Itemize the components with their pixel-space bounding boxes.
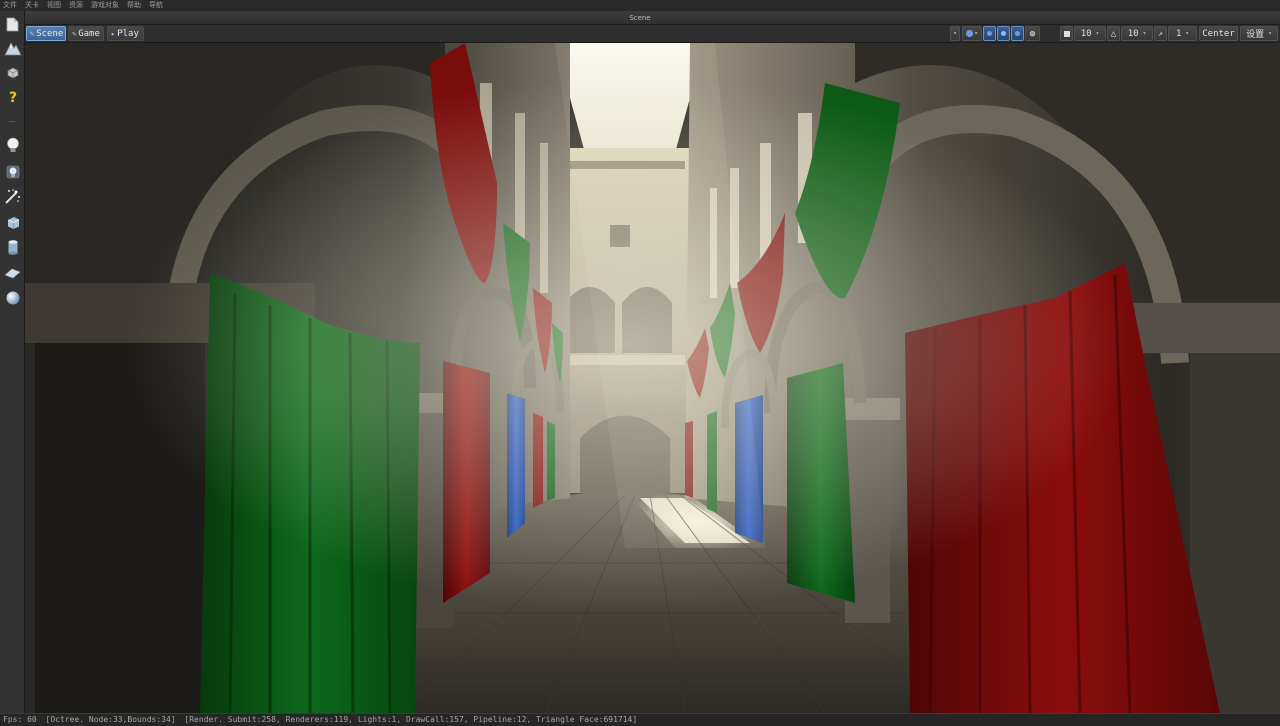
chevron-down-icon: ▾ (953, 30, 957, 37)
point-light-icon[interactable] (3, 136, 22, 155)
scale-snap-field[interactable]: 1 ▾ (1168, 26, 1197, 41)
render-stats: [Render. Submit:258, Renderers:119, Ligh… (184, 715, 638, 724)
package-icon[interactable] (3, 63, 22, 82)
grid-snap-field[interactable]: 10 ▾ (1074, 26, 1106, 41)
gizmo-toggle-3[interactable] (1011, 26, 1024, 41)
globe-toggle[interactable]: ◍ (1025, 26, 1040, 41)
scale-snap-toggle[interactable]: ↗ (1154, 26, 1167, 41)
shading-icon (966, 30, 974, 37)
chevron-down-icon: ▾ (1095, 30, 1100, 37)
plane-icon[interactable] (3, 263, 22, 282)
menu-item-view[interactable]: 视图 (47, 0, 61, 11)
new-file-icon[interactable] (3, 15, 22, 34)
angle-snap-toggle[interactable]: △ (1107, 26, 1120, 41)
menu-item-gameobject[interactable]: 游戏对象 (91, 0, 119, 11)
gizmo-icon (1001, 31, 1006, 36)
angle-snap-value: 10 (1127, 28, 1139, 39)
fps-readout: Fps: 60 (3, 715, 37, 724)
tab-game-label: Game (78, 28, 100, 39)
chevron-down-icon: ▾ (1142, 30, 1147, 37)
toolbox-separator (9, 121, 15, 122)
window-title: Scene (0, 11, 1280, 25)
help-icon[interactable]: ? (3, 88, 22, 107)
menu-item-file[interactable]: 文件 (3, 0, 17, 11)
spot-light-icon[interactable] (3, 162, 22, 181)
grid-snap-value: 10 (1080, 28, 1092, 39)
gizmo-toggle-2[interactable] (997, 26, 1010, 41)
tab-play[interactable]: ▸ Play (107, 26, 144, 41)
layout-dropdown[interactable]: ▾ (950, 26, 960, 41)
game-icon: ✎ (72, 29, 77, 38)
scene-toolbar: ✎ Scene ✎ Game ▸ Play ▾ ▾ ◍ 10 ▾ △ 10 ▾ ↗ 1 ▾ … (25, 25, 1280, 43)
tab-game[interactable]: ✎ Game (68, 26, 104, 41)
pivot-mode-label: Center (1202, 28, 1235, 39)
gizmo-icon (1015, 31, 1020, 36)
gizmo-toggle-1[interactable] (983, 26, 996, 41)
terrain-icon[interactable] (3, 38, 22, 57)
svg-text:?: ? (8, 90, 16, 105)
menu-item-navigation[interactable]: 导航 (149, 0, 163, 11)
cube-icon[interactable] (3, 213, 22, 232)
settings-dropdown[interactable]: 设置 ▾ (1240, 26, 1278, 41)
angle-snap-field[interactable]: 10 ▾ (1121, 26, 1153, 41)
scene-icon: ✎ (30, 29, 35, 38)
play-icon: ▸ (111, 29, 116, 38)
chevron-down-icon: ▾ (974, 30, 978, 37)
menu-item-assets[interactable]: 资源 (69, 0, 83, 11)
grid-snap-toggle[interactable] (1060, 26, 1073, 41)
grid-icon (1063, 30, 1070, 37)
scene-viewport[interactable] (25, 43, 1280, 713)
chevron-down-icon: ▾ (1268, 30, 1272, 37)
menu-item-level[interactable]: 关卡 (25, 0, 39, 11)
angle-icon: △ (1110, 28, 1117, 39)
menu-bar: 文件 关卡 视图 资源 游戏对象 帮助 导航 (0, 0, 1280, 11)
cylinder-icon[interactable] (3, 238, 22, 257)
scene-render (25, 43, 1280, 713)
particle-icon[interactable] (3, 187, 22, 206)
toolbox: ? (0, 11, 25, 713)
settings-label: 设置 (1246, 30, 1265, 40)
octree-stats: [Octree. Node:33,Bounds:34] (45, 715, 176, 724)
status-bar: Fps: 60 [Octree. Node:33,Bounds:34] [Ren… (0, 713, 1280, 726)
gizmo-icon (987, 31, 992, 36)
chevron-down-icon: ▾ (1185, 30, 1190, 37)
globe-icon: ◍ (1029, 28, 1036, 39)
tab-scene[interactable]: ✎ Scene (26, 26, 66, 41)
tab-scene-label: Scene (36, 28, 64, 39)
pivot-mode-button[interactable]: Center (1199, 26, 1238, 41)
scale-icon: ↗ (1158, 29, 1163, 38)
menu-item-help[interactable]: 帮助 (127, 0, 141, 11)
scale-snap-value: 1 (1175, 28, 1182, 39)
sphere-icon[interactable] (3, 288, 22, 307)
shading-mode-button[interactable]: ▾ (962, 26, 982, 41)
tab-play-label: Play (117, 28, 139, 39)
